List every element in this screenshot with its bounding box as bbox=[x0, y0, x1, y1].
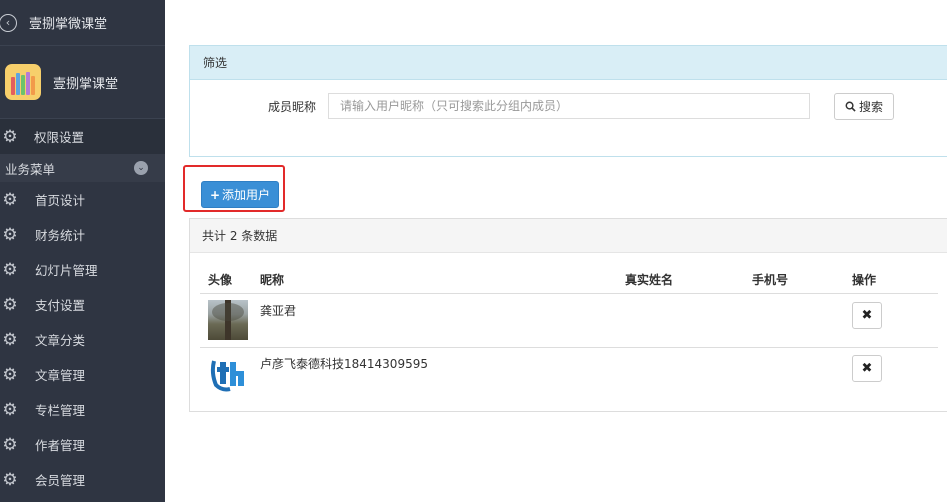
sidebar-group-business[interactable]: 业务菜单 ⌄ bbox=[0, 154, 165, 182]
sidebar-item-columns[interactable]: ⚙ 专栏管理 bbox=[0, 392, 165, 427]
col-avatar: 头像 bbox=[208, 273, 233, 287]
user-list-panel: 共计 2 条数据 头像 昵称 真实姓名 手机号 操作 龚亚君 ✖ 卢彦飞泰德科技… bbox=[189, 218, 947, 412]
close-icon: ✖ bbox=[861, 361, 873, 376]
col-nickname: 昵称 bbox=[260, 273, 285, 287]
plus-icon: + bbox=[209, 187, 221, 202]
gear-icon: ⚙ bbox=[2, 329, 18, 350]
gear-icon: ⚙ bbox=[2, 259, 18, 280]
sidebar-item-label: 专栏管理 bbox=[35, 403, 86, 418]
sidebar-item-home-design[interactable]: ⚙ 首页设计 bbox=[0, 182, 165, 217]
search-icon bbox=[845, 101, 856, 112]
close-icon: ✖ bbox=[861, 308, 873, 323]
table-header: 头像 昵称 真实姓名 手机号 操作 bbox=[200, 269, 938, 294]
add-user-label: 添加用户 bbox=[222, 188, 271, 202]
gear-icon: ⚙ bbox=[2, 126, 18, 147]
sidebar-group-label: 业务菜单 bbox=[5, 161, 56, 177]
sidebar-item-label: 财务统计 bbox=[35, 228, 86, 243]
gear-icon: ⚙ bbox=[2, 294, 18, 315]
sidebar-item-article-category[interactable]: ⚙ 文章分类 bbox=[0, 322, 165, 357]
search-button-label: 搜索 bbox=[858, 100, 883, 114]
main-content: 筛选 成员昵称 搜索 + 添加用户 共计 2 条数据 头像 昵称 真实姓名 手机… bbox=[165, 0, 947, 502]
gear-icon: ⚙ bbox=[2, 399, 18, 420]
sidebar-item-label: 幻灯片管理 bbox=[35, 263, 98, 278]
sidebar-item-label: 首页设计 bbox=[35, 193, 86, 208]
sidebar-item-permissions[interactable]: ⚙ 权限设置 bbox=[0, 119, 165, 154]
back-arrow-icon[interactable]: ‹ bbox=[0, 13, 17, 32]
search-button[interactable]: 搜索 bbox=[834, 93, 894, 120]
col-actions: 操作 bbox=[852, 273, 877, 287]
avatar bbox=[208, 353, 248, 393]
nickname-cell: 卢彦飞泰德科技18414309595 bbox=[260, 357, 428, 371]
nickname-cell: 龚亚君 bbox=[260, 304, 297, 318]
filter-title: 筛选 bbox=[190, 46, 947, 80]
sidebar-item-label: 文章管理 bbox=[35, 368, 86, 383]
brand-logo-icon bbox=[5, 64, 41, 100]
brand-name: 壹捌掌课堂 bbox=[53, 76, 119, 92]
gear-icon: ⚙ bbox=[2, 469, 18, 490]
delete-button[interactable]: ✖ bbox=[852, 355, 882, 382]
table-row: 卢彦飞泰德科技18414309595 ✖ bbox=[200, 348, 938, 401]
col-real-name: 真实姓名 bbox=[625, 273, 674, 287]
sidebar-item-articles[interactable]: ⚙ 文章管理 bbox=[0, 357, 165, 392]
col-phone: 手机号 bbox=[752, 273, 789, 287]
table-row: 龚亚君 ✖ bbox=[200, 295, 938, 348]
brand: 壹捌掌课堂 bbox=[0, 46, 165, 119]
sidebar-item-label: 支付设置 bbox=[35, 298, 86, 313]
sidebar-item-members[interactable]: ⚙ 会员管理 bbox=[0, 462, 165, 497]
gear-icon: ⚙ bbox=[2, 189, 18, 210]
list-summary: 共计 2 条数据 bbox=[190, 219, 947, 253]
sidebar-item-authors[interactable]: ⚙ 作者管理 bbox=[0, 427, 165, 462]
app-title: 壹捌掌微课堂 bbox=[29, 17, 108, 32]
nickname-label: 成员昵称 bbox=[268, 100, 317, 114]
delete-button[interactable]: ✖ bbox=[852, 302, 882, 329]
sidebar: ‹ 壹捌掌微课堂 壹捌掌课堂 ⚙ 权限设置 业务菜单 ⌄ ⚙ 首页设计 ⚙ 财务… bbox=[0, 0, 165, 502]
filter-row: 成员昵称 搜索 bbox=[190, 93, 947, 120]
company-logo-icon bbox=[210, 360, 244, 392]
chevron-down-icon: ⌄ bbox=[134, 161, 148, 175]
add-user-button[interactable]: + 添加用户 bbox=[201, 181, 279, 208]
gear-icon: ⚙ bbox=[2, 224, 18, 245]
gear-icon: ⚙ bbox=[2, 434, 18, 455]
sidebar-item-finance[interactable]: ⚙ 财务统计 bbox=[0, 217, 165, 252]
filter-panel: 筛选 成员昵称 搜索 bbox=[189, 45, 947, 157]
sidebar-header[interactable]: ‹ 壹捌掌微课堂 bbox=[0, 0, 165, 46]
sidebar-item-label: 作者管理 bbox=[35, 438, 86, 453]
nickname-search-input[interactable] bbox=[328, 93, 810, 119]
sidebar-item-label: 会员管理 bbox=[35, 473, 86, 488]
avatar bbox=[208, 300, 248, 340]
sidebar-item-label: 文章分类 bbox=[35, 333, 86, 348]
sidebar-item-slides[interactable]: ⚙ 幻灯片管理 bbox=[0, 252, 165, 287]
sidebar-item-label: 权限设置 bbox=[34, 130, 85, 145]
sidebar-item-payment[interactable]: ⚙ 支付设置 bbox=[0, 287, 165, 322]
gear-icon: ⚙ bbox=[2, 364, 18, 385]
